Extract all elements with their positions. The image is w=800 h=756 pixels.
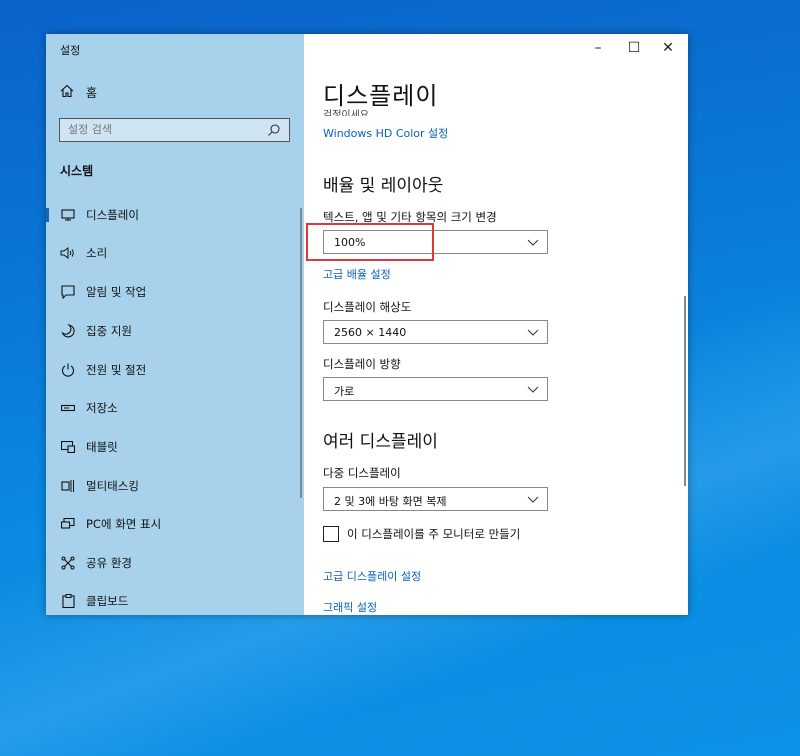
advanced-scaling-link[interactable]: 고급 배율 설정 xyxy=(323,266,391,282)
power-icon xyxy=(60,362,76,378)
resolution-dropdown[interactable]: 2560 × 1440 xyxy=(323,320,548,344)
sidebar-item-label: 공유 환경 xyxy=(86,556,132,570)
multiple-displays-label: 다중 디스플레이 xyxy=(323,466,401,480)
sidebar-item-label: 알림 및 작업 xyxy=(86,285,147,299)
shared-experiences-icon xyxy=(60,555,76,571)
sidebar-home[interactable]: 홈 xyxy=(60,84,97,101)
multiple-displays-dropdown[interactable]: 2 및 3에 바탕 화면 복제 xyxy=(323,487,548,511)
sidebar-item-label: 소리 xyxy=(86,246,108,260)
sidebar-scrollbar[interactable] xyxy=(300,208,302,498)
hd-color-link[interactable]: Windows HD Color 설정 xyxy=(323,125,448,141)
chevron-down-icon xyxy=(527,386,539,393)
main-display-checkbox[interactable] xyxy=(323,526,339,542)
sidebar-item-focus-assist[interactable]: 집중 지원 xyxy=(46,316,304,346)
maximize-button[interactable]: ☐ xyxy=(616,34,652,62)
orientation-dropdown[interactable]: 가로 xyxy=(323,377,548,401)
multiple-displays-value: 2 및 3에 바탕 화면 복제 xyxy=(334,495,447,508)
sidebar-item-multitasking[interactable]: 멀티태스킹 xyxy=(46,471,304,501)
sidebar-item-label: 태블릿 xyxy=(86,440,118,454)
multitasking-icon xyxy=(60,478,76,494)
active-indicator xyxy=(46,208,49,222)
sidebar-item-storage[interactable]: 저장소 xyxy=(46,393,304,423)
sidebar-item-label: 디스플레이 xyxy=(86,208,139,222)
sidebar-item-clipboard[interactable]: 클립보드 xyxy=(46,586,304,615)
orientation-label: 디스플레이 방향 xyxy=(323,357,401,371)
monitor-icon xyxy=(60,207,76,223)
home-label: 홈 xyxy=(86,86,98,100)
section-title-system: 시스템 xyxy=(60,164,94,178)
chevron-down-icon xyxy=(527,496,539,503)
sidebar-item-label: 저장소 xyxy=(86,401,118,415)
sidebar-item-power[interactable]: 전원 및 절전 xyxy=(46,355,304,385)
close-button[interactable]: ✕ xyxy=(650,34,686,62)
sidebar-item-tablet[interactable]: 태블릿 xyxy=(46,432,304,462)
search-icon[interactable] xyxy=(267,123,281,137)
speaker-icon xyxy=(60,245,76,261)
sidebar: 설정 홈 시스템 디스플레이 소리 알림 및 작업 집중 지원 xyxy=(46,34,304,615)
sidebar-item-label: 멀티태스킹 xyxy=(86,479,139,493)
chevron-down-icon xyxy=(527,239,539,246)
main-scrollbar[interactable] xyxy=(684,296,686,486)
search-input[interactable] xyxy=(66,122,260,137)
sidebar-item-label: PC에 화면 표시 xyxy=(86,517,162,531)
clipboard-icon xyxy=(60,593,76,609)
resolution-label: 디스플레이 해상도 xyxy=(323,300,412,314)
notification-icon xyxy=(60,284,76,300)
advanced-display-link[interactable]: 고급 디스플레이 설정 xyxy=(323,568,421,584)
settings-window: 설정 홈 시스템 디스플레이 소리 알림 및 작업 집중 지원 xyxy=(46,34,688,615)
sidebar-item-notifications[interactable]: 알림 및 작업 xyxy=(46,277,304,307)
orientation-value: 가로 xyxy=(334,385,355,398)
sidebar-item-label: 클립보드 xyxy=(86,594,129,608)
moon-icon xyxy=(60,323,76,339)
section-multiple-displays: 여러 디스플레이 xyxy=(323,432,438,452)
clipped-text: 검정이세요. xyxy=(323,110,373,116)
project-icon xyxy=(60,516,76,532)
sidebar-item-sound[interactable]: 소리 xyxy=(46,238,304,268)
highlight-box xyxy=(306,223,434,261)
sidebar-item-display[interactable]: 디스플레이 xyxy=(46,200,304,230)
section-scale-layout: 배율 및 레이아웃 xyxy=(323,176,444,196)
home-icon xyxy=(60,84,74,101)
sidebar-item-shared-experiences[interactable]: 공유 환경 xyxy=(46,548,304,578)
sidebar-item-label: 전원 및 절전 xyxy=(86,363,147,377)
minimize-button[interactable]: – xyxy=(580,34,616,62)
window-title: 설정 xyxy=(60,44,81,57)
sidebar-item-label: 집중 지원 xyxy=(86,324,132,338)
chevron-down-icon xyxy=(527,329,539,336)
storage-icon xyxy=(60,400,76,416)
graphics-settings-link[interactable]: 그래픽 설정 xyxy=(323,599,377,615)
sidebar-item-project[interactable]: PC에 화면 표시 xyxy=(46,509,304,539)
tablet-icon xyxy=(60,439,76,455)
main-content: – ☐ ✕ 디스플레이 검정이세요. Windows HD Color 설정 배… xyxy=(304,34,688,615)
resolution-value: 2560 × 1440 xyxy=(334,326,407,339)
search-box[interactable] xyxy=(59,118,290,142)
main-display-label: 이 디스플레이를 주 모니터로 만들기 xyxy=(347,527,521,541)
